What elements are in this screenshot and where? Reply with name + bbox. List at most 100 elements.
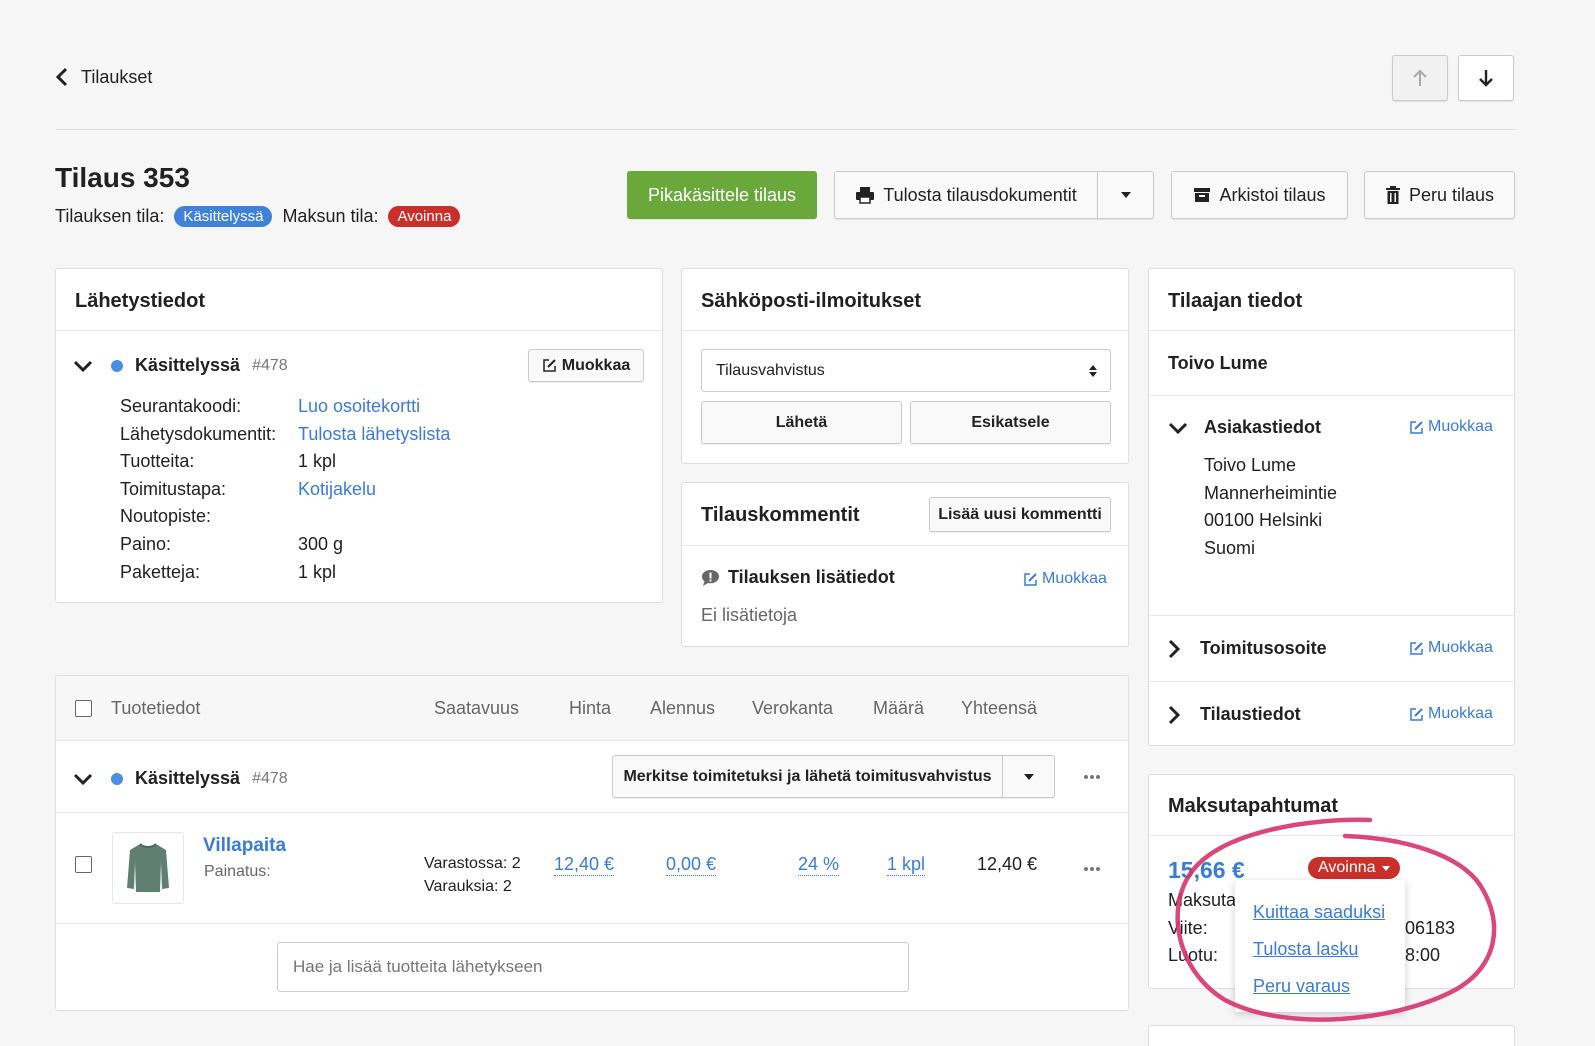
edit-icon xyxy=(1023,572,1038,587)
products-card: Tuotetiedot Saatavuus Hinta Alennus Vero… xyxy=(55,675,1129,1011)
email-card: Sähköposti-ilmoitukset Tilausvahvistus L… xyxy=(681,268,1129,464)
select-arrows-icon xyxy=(1088,364,1098,378)
divider xyxy=(1149,681,1514,682)
group-more-icon[interactable] xyxy=(1083,774,1101,780)
next-order-button[interactable] xyxy=(1458,55,1514,101)
product-search-input[interactable] xyxy=(277,942,909,992)
delivery-address-edit-link[interactable]: Muokkaa xyxy=(1409,639,1493,657)
next-card-edge xyxy=(1148,1025,1515,1046)
shipment-group-number: #478 xyxy=(252,769,288,787)
select-all-checkbox[interactable] xyxy=(75,700,92,717)
payment-reference-label: Viite: xyxy=(1168,918,1208,938)
shipping-card-title: Lähetystiedot xyxy=(75,290,206,312)
order-status-line: Tilauksen tila: Käsittelyssä Maksun tila… xyxy=(55,206,461,227)
product-thumbnail xyxy=(112,832,184,904)
order-details-toggle[interactable]: Tilaustiedot xyxy=(1168,704,1301,725)
shipment-edit-button[interactable]: Muokkaa xyxy=(528,349,644,382)
payment-status-dropdown[interactable]: Avoinna xyxy=(1308,857,1400,879)
detail-label: Seurantakoodi: xyxy=(120,396,242,416)
customer-details-title: Asiakastiedot xyxy=(1204,417,1322,437)
product-qty-field[interactable]: 1 kpl xyxy=(887,854,926,876)
product-tax-field[interactable]: 24 % xyxy=(798,854,840,876)
order-details-edit-link[interactable]: Muokkaa xyxy=(1409,705,1493,723)
previous-order-button[interactable] xyxy=(1392,55,1448,101)
detail-value: 300 g xyxy=(298,533,344,554)
shipment-header[interactable]: Käsittelyssä #478 xyxy=(73,355,288,376)
shipment-edit-label: Muokkaa xyxy=(561,356,631,374)
customer-name: Toivo Lume xyxy=(1168,353,1268,373)
detail-label: Paino: xyxy=(120,533,172,554)
detail-label: Noutopiste: xyxy=(120,506,212,527)
preview-email-button[interactable]: Esikatsele xyxy=(910,401,1111,444)
order-info-title: Tilauksen lisätiedot xyxy=(728,567,895,587)
email-template-select[interactable]: Tilausvahvistus xyxy=(701,349,1111,392)
caret-down-icon xyxy=(1120,191,1132,199)
detail-label: Lähetysdokumentit: xyxy=(120,423,277,444)
menu-item-print-invoice[interactable]: Tulosta lasku xyxy=(1253,931,1387,968)
detail-value: 1 kpl xyxy=(298,561,337,582)
print-documents-label: Tulosta tilausdokumentit xyxy=(883,184,1077,205)
header-divider xyxy=(55,129,1515,130)
col-price: Hinta xyxy=(569,698,612,718)
chevron-right-icon xyxy=(1168,639,1180,659)
chevron-down-icon xyxy=(73,360,93,372)
delivery-method-link[interactable]: Kotijakelu xyxy=(298,476,450,504)
comments-card-title: Tilauskommentit xyxy=(701,504,860,526)
col-product-info: Tuotetiedot xyxy=(111,698,201,718)
delivery-address-edit-label: Muokkaa xyxy=(1428,639,1493,656)
mark-delivered-dropdown[interactable] xyxy=(1002,755,1055,798)
create-label-link[interactable]: Luo osoitekortti xyxy=(298,393,450,421)
add-comment-button[interactable]: Lisää uusi kommentti xyxy=(929,497,1111,532)
back-link[interactable]: Tilaukset xyxy=(55,66,152,88)
payment-status-label: Avoinna xyxy=(1318,859,1376,876)
customer-card-title: Tilaajan tiedot xyxy=(1168,290,1303,312)
edit-icon xyxy=(1409,707,1424,722)
shipment-number: #478 xyxy=(252,356,288,374)
status-dot xyxy=(111,359,123,372)
payments-card-title: Maksutapahtumat xyxy=(1168,795,1339,817)
status-dot xyxy=(111,772,123,785)
print-documents-dropdown[interactable] xyxy=(1097,171,1154,219)
customer-details-toggle[interactable]: Asiakastiedot xyxy=(1168,417,1321,438)
product-price-field[interactable]: 12,40 € xyxy=(554,854,615,876)
delivery-address-toggle[interactable]: Toimitusosoite xyxy=(1168,638,1327,659)
add-comment-label: Lisää uusi kommentti xyxy=(938,505,1102,523)
divider xyxy=(56,330,662,331)
divider xyxy=(1149,395,1514,396)
product-stock: Varastossa: 2 Varauksia: 2 xyxy=(424,852,521,898)
divider xyxy=(1149,615,1514,616)
cancel-order-button[interactable]: Peru tilaus xyxy=(1364,171,1515,219)
shipment-status: Käsittelyssä xyxy=(135,355,241,375)
address-line: Suomi xyxy=(1204,537,1256,558)
product-row-checkbox[interactable] xyxy=(75,856,92,873)
order-info-edit-link[interactable]: Muokkaa xyxy=(1023,570,1107,588)
product-more-icon[interactable] xyxy=(1083,866,1101,872)
customer-address: Toivo Lume Mannerheimintie 00100 Helsink… xyxy=(1204,452,1337,562)
chevron-left-icon xyxy=(55,66,69,88)
comment-icon xyxy=(701,569,720,587)
product-name-link[interactable]: Villapaita xyxy=(203,835,286,857)
menu-item-mark-paid[interactable]: Kuittaa saaduksi xyxy=(1253,894,1387,931)
quick-process-button[interactable]: Pikakäsittele tilaus xyxy=(627,171,817,219)
archive-order-button[interactable]: Arkistoi tilaus xyxy=(1171,171,1348,219)
send-email-button[interactable]: Lähetä xyxy=(701,401,902,444)
mark-delivered-button[interactable]: Merkitse toimitetuksi ja lähetä toimitus… xyxy=(612,755,1003,798)
product-discount-field[interactable]: 0,00 € xyxy=(666,854,717,876)
print-packing-list-link[interactable]: Tulosta lähetyslista xyxy=(298,421,450,449)
mark-delivered-label: Merkitse toimitetuksi ja lähetä toimitus… xyxy=(623,767,992,785)
payment-method-label: Maksuta xyxy=(1168,890,1237,910)
col-availability: Saatavuus xyxy=(434,698,520,718)
shipment-group-header[interactable]: Käsittelyssä #478 xyxy=(73,768,288,789)
divider xyxy=(1149,330,1514,331)
print-documents-button[interactable]: Tulosta tilausdokumentit xyxy=(834,171,1098,219)
chevron-down-icon xyxy=(73,773,93,785)
divider xyxy=(56,923,1128,924)
order-details-edit-label: Muokkaa xyxy=(1428,705,1493,722)
page-title: Tilaus 353 xyxy=(55,162,190,193)
payment-created-value: 8:00 xyxy=(1405,945,1441,965)
arrow-down-icon xyxy=(1477,68,1495,88)
menu-item-cancel-reservation[interactable]: Peru varaus xyxy=(1253,968,1387,1005)
payment-amount[interactable]: 15,66 € xyxy=(1168,857,1245,884)
edit-icon xyxy=(1409,641,1424,656)
customer-details-edit-link[interactable]: Muokkaa xyxy=(1409,418,1493,436)
